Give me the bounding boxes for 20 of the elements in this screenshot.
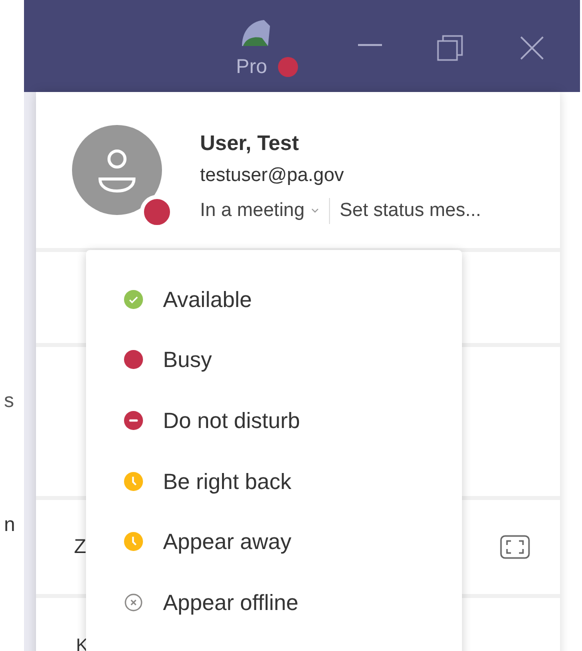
close-icon — [520, 36, 544, 60]
status-dropdown[interactable]: In a meeting — [200, 197, 329, 226]
status-menu-item[interactable]: Be right back — [86, 450, 462, 512]
app-label: Pro — [236, 55, 268, 80]
status-menu-item[interactable]: Busy — [86, 330, 462, 390]
restore-icon — [436, 34, 464, 62]
status-menu-item[interactable]: Available — [86, 269, 462, 330]
status-menu-item[interactable]: Appear offline — [86, 572, 462, 633]
status-message-button[interactable]: Set status mes... — [330, 197, 482, 226]
user-email: testuser@pa.gov — [200, 164, 345, 188]
chevron-down-icon — [310, 208, 319, 214]
minimize-icon — [358, 44, 382, 46]
status-menu-item[interactable]: Appear away — [86, 511, 462, 572]
background-text: s — [4, 389, 14, 414]
background-text: n — [4, 513, 16, 538]
app-logo-icon — [240, 18, 272, 48]
menu-text: Z — [74, 535, 86, 560]
status-menu-item[interactable]: Do not disturb — [86, 390, 462, 451]
user-name: User, Test — [200, 131, 300, 157]
fullscreen-icon — [500, 535, 530, 559]
